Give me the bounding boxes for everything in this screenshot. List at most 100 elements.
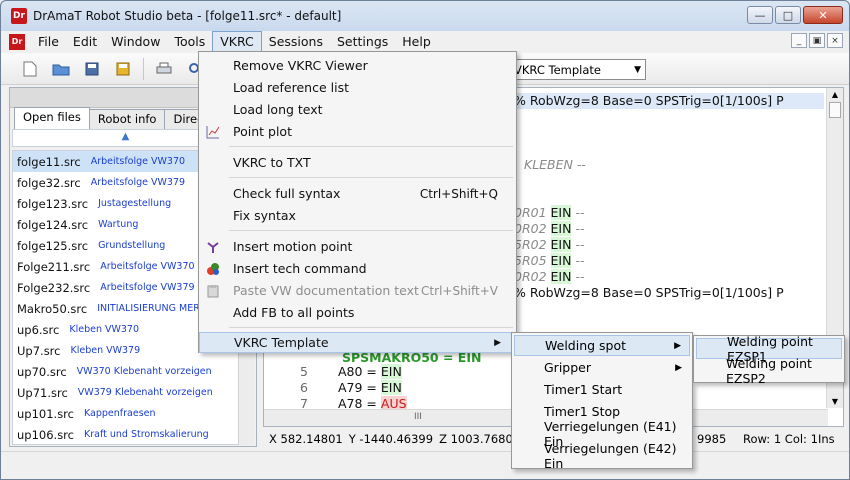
editor-line-10: 5 A80 = EIN [264, 364, 402, 380]
tab-open-files[interactable]: Open files [14, 107, 90, 129]
maximize-button[interactable]: □ [775, 6, 801, 24]
menu-item-label: Add FB to all points [233, 305, 355, 320]
submenu-arrow-icon: ▶ [674, 340, 681, 351]
menu-item-paste-vw-documentation[interactable]: Paste VW documentation text Ctrl+Shift+V [199, 280, 516, 301]
document-icon[interactable]: Dr [9, 33, 25, 50]
editor-token: EIN [550, 269, 572, 284]
list-item[interactable]: up106.src Kraft und Stromskalierung [13, 424, 238, 445]
list-item[interactable]: Up71.src VW379 Klebenaht vorzeigen [13, 382, 238, 403]
menu-file[interactable]: File [31, 32, 66, 51]
file-name: Up71.src [17, 385, 68, 400]
minimize-button[interactable]: — [747, 6, 773, 24]
editor-line-5: 5R02 EIN -- [514, 237, 584, 253]
menu-item-load-reference-list[interactable]: Load reference list [199, 77, 516, 98]
submenu-item-welding-point-ezsp2[interactable]: Welding point EZSP2 [696, 356, 842, 386]
submenu-item-timer1-start[interactable]: Timer1 Start [514, 379, 622, 400]
menu-item-vkrc-to-txt[interactable]: VKRC to TXT [199, 152, 516, 173]
menu-item-fix-syntax[interactable]: Fix syntax [199, 205, 516, 226]
file-name: folge123.src [17, 196, 89, 211]
menu-item-check-full-syntax[interactable]: Check full syntax Ctrl+Shift+Q [199, 183, 516, 204]
submenu-item-welding-spot[interactable]: Welding spot ▶ [514, 335, 690, 356]
menu-item-label: Fix syntax [233, 208, 296, 223]
open-folder-icon[interactable] [50, 58, 72, 80]
file-desc: Kappenfraesen [83, 408, 156, 419]
file-name: up6.src [17, 322, 60, 337]
editor-token: EIN [550, 221, 572, 236]
file-name: Folge232.src [17, 280, 91, 295]
menu-bar: Dr File Edit Window Tools VKRC Sessions … [1, 31, 849, 52]
file-desc: VW370 Klebenaht vorzeigen [76, 366, 212, 377]
menu-item-vkrc-template[interactable]: VKRC Template ▶ [199, 332, 516, 353]
list-item[interactable]: up101.src Kappenfraesen [13, 403, 238, 424]
editor-token: A80 = [338, 364, 377, 379]
menu-separator [229, 230, 513, 231]
submenu-item-verriegelungen-e42[interactable]: Verriegelungen (E42) Ein [514, 441, 692, 471]
menu-item-add-fb[interactable]: Add FB to all points [199, 302, 516, 323]
editor-line-7: 0R02 EIN -- [514, 269, 584, 285]
editor-token: 5R05 [514, 253, 547, 268]
file-desc: Arbeitsfolge VW370 [90, 156, 186, 167]
window-title: DrAmaT Robot Studio beta - [folge11.src*… [33, 9, 342, 23]
chevron-down-icon: ▼ [634, 64, 641, 75]
menu-separator [229, 146, 513, 147]
editor-token: 0R02 [514, 221, 547, 236]
menu-sessions[interactable]: Sessions [262, 32, 330, 51]
scroll-thumb[interactable] [829, 102, 841, 118]
mdi-close-button[interactable]: × [827, 33, 843, 48]
menu-settings[interactable]: Settings [330, 32, 395, 51]
menu-item-load-long-text[interactable]: Load long text [199, 99, 516, 120]
menu-tools[interactable]: Tools [167, 32, 212, 51]
editor-line-6: 5R05 EIN -- [514, 253, 584, 269]
menu-vkrc[interactable]: VKRC [212, 31, 262, 52]
file-name: folge11.src [17, 154, 81, 169]
editor-token: 5R02 [514, 237, 547, 252]
new-file-icon[interactable] [19, 58, 41, 80]
mdi-restore-button[interactable]: ▣ [809, 33, 825, 48]
menu-item-label: Load reference list [233, 80, 349, 95]
scroll-up-icon[interactable]: ▲ [827, 90, 843, 99]
editor-token: EIN [380, 380, 402, 395]
save-icon[interactable] [81, 58, 103, 80]
template-combo[interactable]: VKRC Template ▼ [509, 59, 646, 80]
menu-help[interactable]: Help [395, 32, 438, 51]
menu-item-shortcut: Ctrl+Shift+Q [419, 186, 498, 201]
status-y: Y -1440.46399 [348, 432, 434, 446]
file-desc: Arbeitsfolge VW379 [100, 282, 195, 293]
menu-item-remove-viewer[interactable]: Remove VKRC Viewer [199, 55, 516, 76]
app-logo-icon: Dr [11, 8, 27, 24]
welding-submenu: Welding point EZSP1 Welding point EZSP2 [693, 334, 845, 386]
menu-item-point-plot[interactable]: Point plot [199, 121, 516, 142]
editor-line-2: KLEBEN -- [524, 157, 586, 173]
editor-token: -- [575, 237, 585, 252]
submenu-item-label: Verriegelungen (E42) Ein [544, 440, 677, 471]
scroll-down-icon[interactable]: ▼ [827, 397, 843, 406]
scroll-grip-icon[interactable]: III [414, 412, 422, 422]
submenu-item-gripper[interactable]: Gripper ▶ [514, 357, 690, 378]
file-name: up70.src [17, 364, 67, 379]
print-icon[interactable] [153, 58, 175, 80]
menu-item-insert-motion-point[interactable]: Insert motion point [199, 236, 516, 257]
tab-robot-info[interactable]: Robot info [88, 109, 166, 129]
file-desc: Arbeitsfolge VW370 [100, 261, 195, 272]
line-number: 5 [300, 364, 308, 379]
file-desc: Kraft und Stromskalierung [83, 429, 209, 440]
file-name: Up7.src [17, 343, 61, 358]
editor-token: -- [575, 253, 585, 268]
close-button[interactable]: ✕ [803, 6, 843, 24]
list-item[interactable]: up70.src VW370 Klebenaht vorzeigen [13, 361, 238, 382]
file-name: folge32.src [17, 175, 81, 190]
menu-item-label: Check full syntax [233, 186, 341, 201]
editor-token: -- [575, 205, 585, 220]
status-z: Z 1003.76801 [439, 432, 521, 446]
editor-token: A79 = [338, 380, 377, 395]
mdi-minimize-button[interactable]: _ [791, 33, 807, 48]
vkrc-menu: Remove VKRC Viewer Load reference list L… [198, 51, 517, 353]
save-all-icon[interactable] [112, 58, 134, 80]
menu-edit[interactable]: Edit [66, 32, 104, 51]
toolbar-separator [143, 57, 144, 80]
plot-icon [205, 124, 221, 140]
menu-item-insert-tech-command[interactable]: Insert tech command [199, 258, 516, 279]
menu-window[interactable]: Window [104, 32, 167, 51]
file-desc: Grundstellung [98, 240, 166, 251]
menu-item-label: VKRC to TXT [233, 155, 311, 170]
